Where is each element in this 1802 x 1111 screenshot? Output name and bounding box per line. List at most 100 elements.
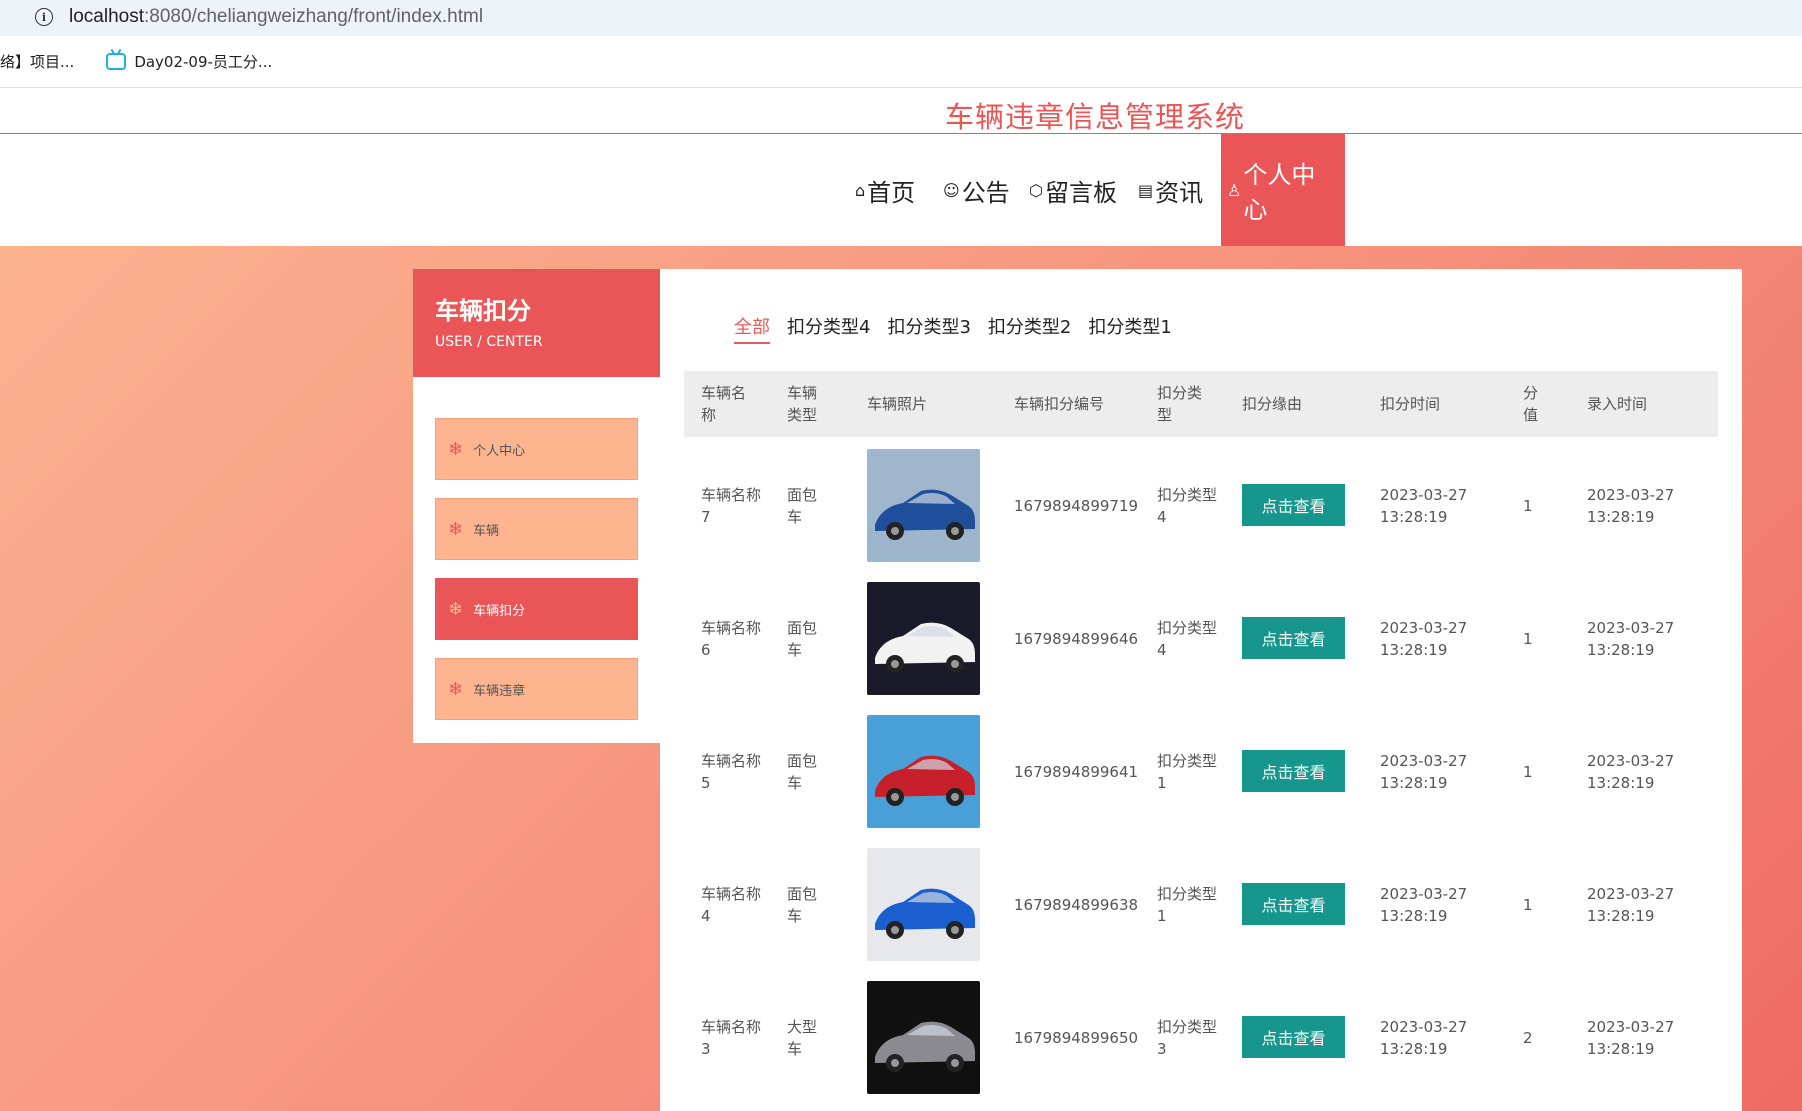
table-row: 车辆名称7 面包车 1679894899719 扣分类型4 2023-03-27 13:… — [684, 439, 1718, 572]
vehicle-type-cell: 面包车 — [787, 618, 818, 659]
nav-label: 资讯 — [1155, 178, 1204, 207]
car-image-icon — [867, 848, 980, 961]
tab-type-3[interactable]: 扣分类型3 — [887, 313, 970, 344]
sidebar: 车辆扣分 USER / CENTER ❄ 个人中心 ❄ 车辆 ❄ 车辆扣分 ❄ … — [413, 269, 660, 743]
deduction-type-cell: 扣分类型1 — [1157, 751, 1218, 792]
table-row: 车辆名称6 面包车 1679894899646 扣分类型4 2023-03-27 13:… — [684, 572, 1718, 705]
deduction-code-cell: 1679894899638 — [1014, 895, 1139, 914]
bookmark-item[interactable]: Day02-09-员工分... — [106, 51, 272, 72]
deduction-time-cell: 2023-03-27 13:28:19 — [1380, 485, 1468, 526]
vehicle-type-cell: 面包车 — [787, 485, 818, 526]
snowflake-icon: ❄ — [448, 518, 464, 540]
nav-item-news[interactable]: ▤ 资讯 — [1138, 134, 1203, 246]
vehicle-type-cell: 面包车 — [787, 751, 818, 792]
sidebar-item-label: 个人中心 — [473, 443, 526, 459]
nav-label: 首页 — [867, 178, 916, 207]
tab-all[interactable]: 全部 — [734, 313, 770, 344]
table-row: 车辆名称3 大型车 1679894899650 扣分类型3 2023-03-27 13:… — [684, 971, 1718, 1104]
vehicle-photo — [867, 981, 980, 1094]
score-cell: 1 — [1523, 762, 1533, 781]
sidebar-item-vehicle[interactable]: ❄ 车辆 — [435, 498, 638, 560]
header-deduction-time: 扣分时间 — [1380, 395, 1441, 413]
sidebar-item-vehicle-violation[interactable]: ❄ 车辆违章 — [435, 658, 638, 720]
info-icon[interactable]: i — [35, 8, 53, 26]
palette-icon: ☺ — [943, 180, 960, 200]
nav-item-message-board[interactable]: ⬡ 留言板 — [1029, 134, 1117, 246]
table-row: 车辆名称5 面包车 1679894899641 扣分类型1 2023-03-27 13:… — [684, 705, 1718, 838]
site-title: 车辆违章信息管理系统 — [945, 100, 1246, 134]
user-icon: ♙ — [1227, 180, 1242, 200]
view-reason-button[interactable]: 点击查看 — [1242, 484, 1345, 526]
deduction-type-cell: 扣分类型3 — [1157, 1017, 1218, 1058]
filter-tabs: 全部 扣分类型4 扣分类型3 扣分类型2 扣分类型1 — [734, 313, 1189, 344]
url-field[interactable]: i localhost:8080/cheliangweizhang/front/… — [26, 2, 1802, 32]
header-vehicle-photo: 车辆照片 — [867, 395, 928, 413]
view-reason-button[interactable]: 点击查看 — [1242, 883, 1345, 925]
sidebar-header: 车辆扣分 USER / CENTER — [413, 269, 660, 377]
content-panel: 全部 扣分类型4 扣分类型3 扣分类型2 扣分类型1 车辆名称 车辆类型 车辆照… — [660, 269, 1742, 1111]
vehicle-type-cell: 面包车 — [787, 884, 818, 925]
entry-time-cell: 2023-03-27 13:28:19 — [1587, 485, 1675, 526]
vehicle-type-cell: 大型车 — [787, 1017, 818, 1058]
header-score: 分值 — [1523, 384, 1539, 424]
nav-item-home[interactable]: ⌂ 首页 — [855, 134, 915, 246]
header-vehicle-name: 车辆名称 — [701, 384, 747, 424]
sidebar-item-user-center[interactable]: ❄ 个人中心 — [435, 418, 638, 480]
site-header: 车辆违章信息管理系统 — [0, 88, 1802, 134]
clipboard-icon: ▤ — [1138, 180, 1154, 200]
vehicle-photo — [867, 582, 980, 695]
url-text[interactable]: localhost:8080/cheliangweizhang/front/in… — [69, 6, 483, 28]
sidebar-item-label: 车辆扣分 — [473, 603, 526, 619]
header-vehicle-type: 车辆类型 — [787, 384, 818, 424]
vehicle-photo — [867, 715, 980, 828]
car-image-icon — [867, 582, 980, 695]
view-reason-button[interactable]: 点击查看 — [1242, 617, 1345, 659]
deduction-code-cell: 1679894899719 — [1014, 496, 1139, 515]
sidebar-subtitle: USER / CENTER — [435, 334, 543, 350]
main-nav: ⌂ 首页 ☺ 公告 ⬡ 留言板 ▤ 资讯 ♙ 个人中心 — [0, 134, 1802, 246]
tab-type-1[interactable]: 扣分类型1 — [1088, 313, 1171, 344]
deduction-code-cell: 1679894899646 — [1014, 629, 1139, 648]
table-header: 车辆名称 车辆类型 车辆照片 车辆扣分编号 扣分类型 扣分缘由 扣分时间 分值 … — [684, 371, 1718, 437]
entry-time-cell: 2023-03-27 13:28:19 — [1587, 884, 1675, 925]
view-reason-button[interactable]: 点击查看 — [1242, 750, 1345, 792]
entry-time-cell: 2023-03-27 13:28:19 — [1587, 1017, 1675, 1058]
header-deduction-code: 车辆扣分编号 — [1014, 395, 1105, 413]
nav-label: 个人中心 — [1243, 161, 1316, 224]
nav-item-user-center[interactable]: ♙ 个人中心 — [1221, 134, 1345, 246]
tab-type-2[interactable]: 扣分类型2 — [988, 313, 1071, 344]
home-icon: ⌂ — [855, 180, 866, 200]
vehicle-photo — [867, 848, 980, 961]
vehicle-name-cell: 车辆名称4 — [701, 884, 762, 925]
deduction-type-cell: 扣分类型4 — [1157, 485, 1218, 526]
car-image-icon — [867, 981, 980, 1094]
table-row: 车辆名称4 面包车 1679894899638 扣分类型1 2023-03-27 13:… — [684, 838, 1718, 971]
vehicle-name-cell: 车辆名称6 — [701, 618, 762, 659]
vehicle-name-cell: 车辆名称3 — [701, 1017, 762, 1058]
header-entry-time: 录入时间 — [1587, 395, 1648, 413]
snowflake-icon: ❄ — [448, 438, 464, 460]
deduction-type-cell: 扣分类型4 — [1157, 618, 1218, 659]
nav-item-notice[interactable]: ☺ 公告 — [943, 134, 1010, 246]
deduction-time-cell: 2023-03-27 13:28:19 — [1380, 884, 1468, 925]
score-cell: 2 — [1523, 1028, 1533, 1047]
score-cell: 1 — [1523, 496, 1533, 515]
deduction-time-cell: 2023-03-27 13:28:19 — [1380, 751, 1468, 792]
deduction-time-cell: 2023-03-27 13:28:19 — [1380, 618, 1468, 659]
entry-time-cell: 2023-03-27 13:28:19 — [1587, 751, 1675, 792]
bookmark-item[interactable]: 络】项目... — [0, 51, 74, 72]
deduction-code-cell: 1679894899650 — [1014, 1028, 1139, 1047]
sidebar-item-vehicle-deduction[interactable]: ❄ 车辆扣分 — [435, 578, 638, 640]
car-image-icon — [867, 449, 980, 562]
deduction-type-cell: 扣分类型1 — [1157, 884, 1218, 925]
tab-type-4[interactable]: 扣分类型4 — [787, 313, 870, 344]
sidebar-item-label: 车辆 — [473, 523, 500, 539]
nav-label: 公告 — [961, 178, 1010, 207]
cube-icon: ⬡ — [1029, 180, 1043, 200]
header-deduction-reason: 扣分缘由 — [1242, 395, 1303, 413]
deduction-time-cell: 2023-03-27 13:28:19 — [1380, 1017, 1468, 1058]
snowflake-icon: ❄ — [448, 678, 464, 700]
bookmark-label: Day02-09-员工分... — [134, 53, 273, 71]
view-reason-button[interactable]: 点击查看 — [1242, 1016, 1345, 1058]
bookmarks-bar: 络】项目... Day02-09-员工分... — [0, 36, 1802, 88]
